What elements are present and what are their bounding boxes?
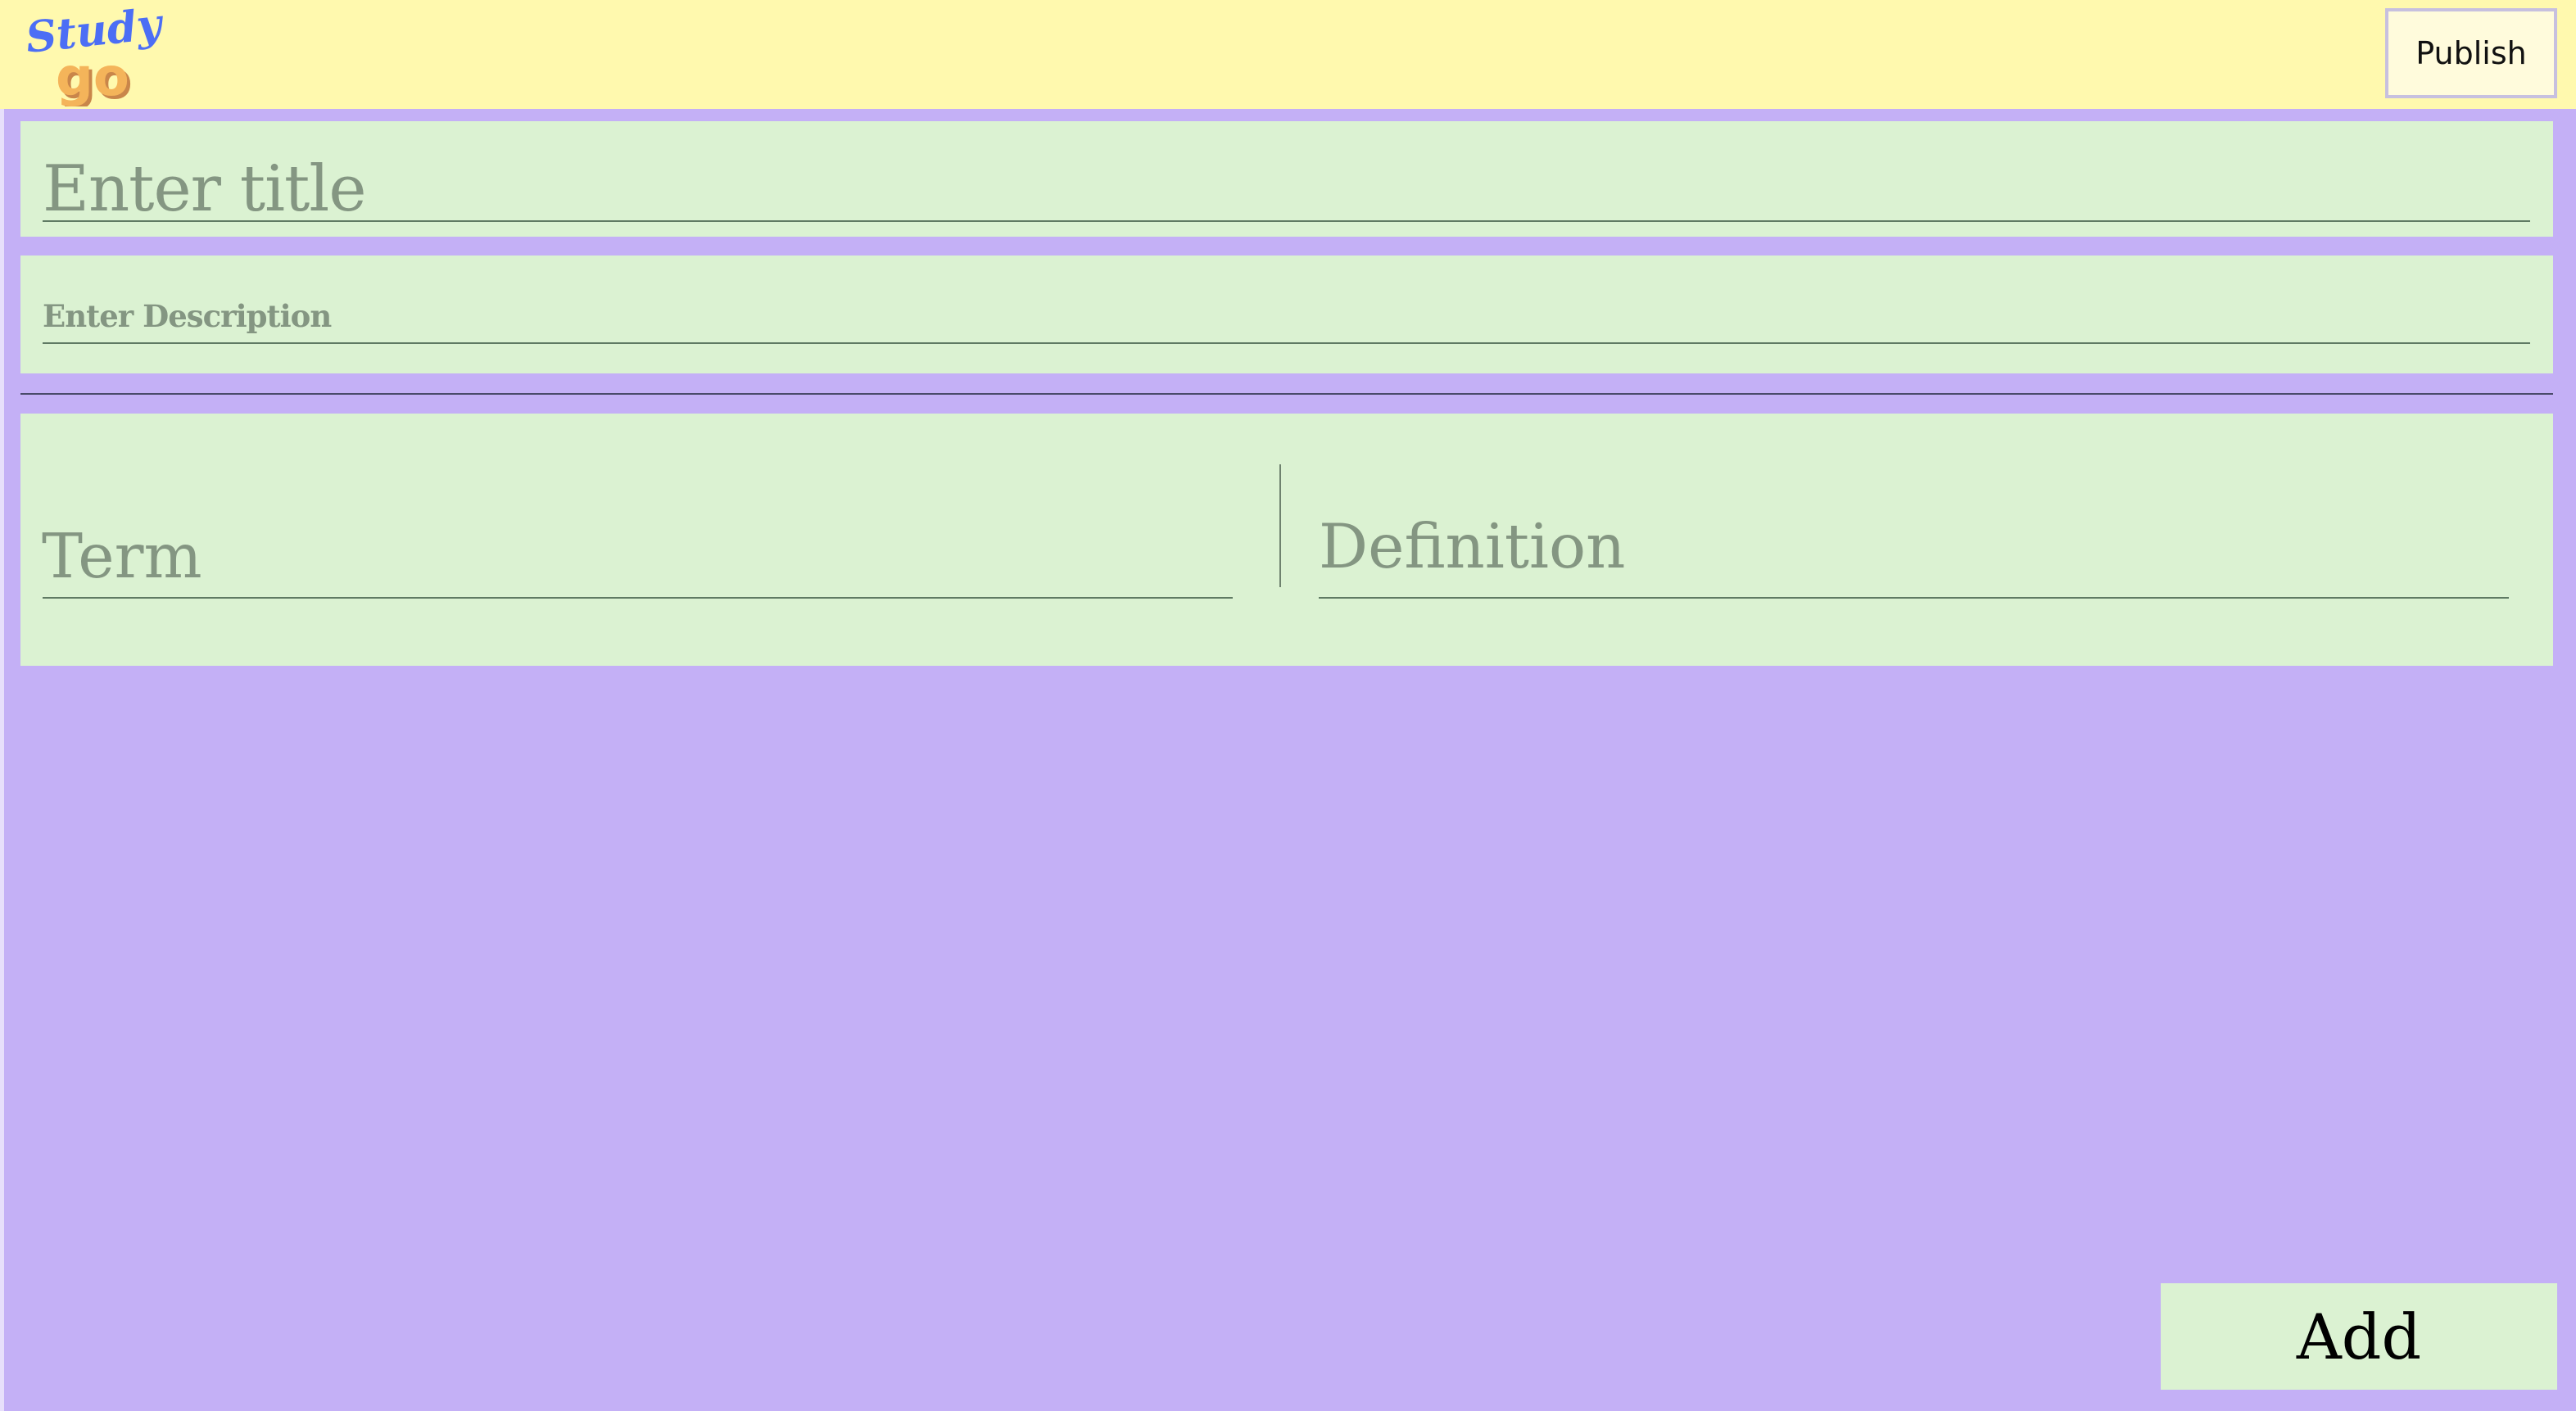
page-left-edge bbox=[0, 109, 4, 1411]
description-field-panel[interactable]: Enter Description bbox=[20, 256, 2553, 373]
title-field-panel[interactable]: Enter title bbox=[20, 121, 2553, 237]
section-divider bbox=[20, 393, 2553, 395]
title-input[interactable]: Enter title bbox=[43, 152, 367, 226]
term-input-underline bbox=[43, 597, 1233, 599]
top-bar: Study go go Publish bbox=[0, 0, 2576, 109]
add-card-button[interactable]: Add bbox=[2161, 1283, 2557, 1390]
description-input-underline bbox=[43, 342, 2530, 344]
definition-input-underline bbox=[1319, 597, 2509, 599]
term-input[interactable]: Term bbox=[42, 520, 202, 592]
term-card: Term Definition bbox=[20, 414, 2553, 666]
term-definition-divider bbox=[1279, 464, 1281, 587]
definition-input[interactable]: Definition bbox=[1319, 510, 1625, 582]
title-input-underline bbox=[43, 220, 2530, 222]
logo-go-text: go bbox=[56, 47, 129, 106]
studygo-logo[interactable]: Study go go bbox=[25, 5, 164, 106]
publish-button[interactable]: Publish bbox=[2385, 8, 2557, 98]
description-input[interactable]: Enter Description bbox=[43, 298, 332, 334]
